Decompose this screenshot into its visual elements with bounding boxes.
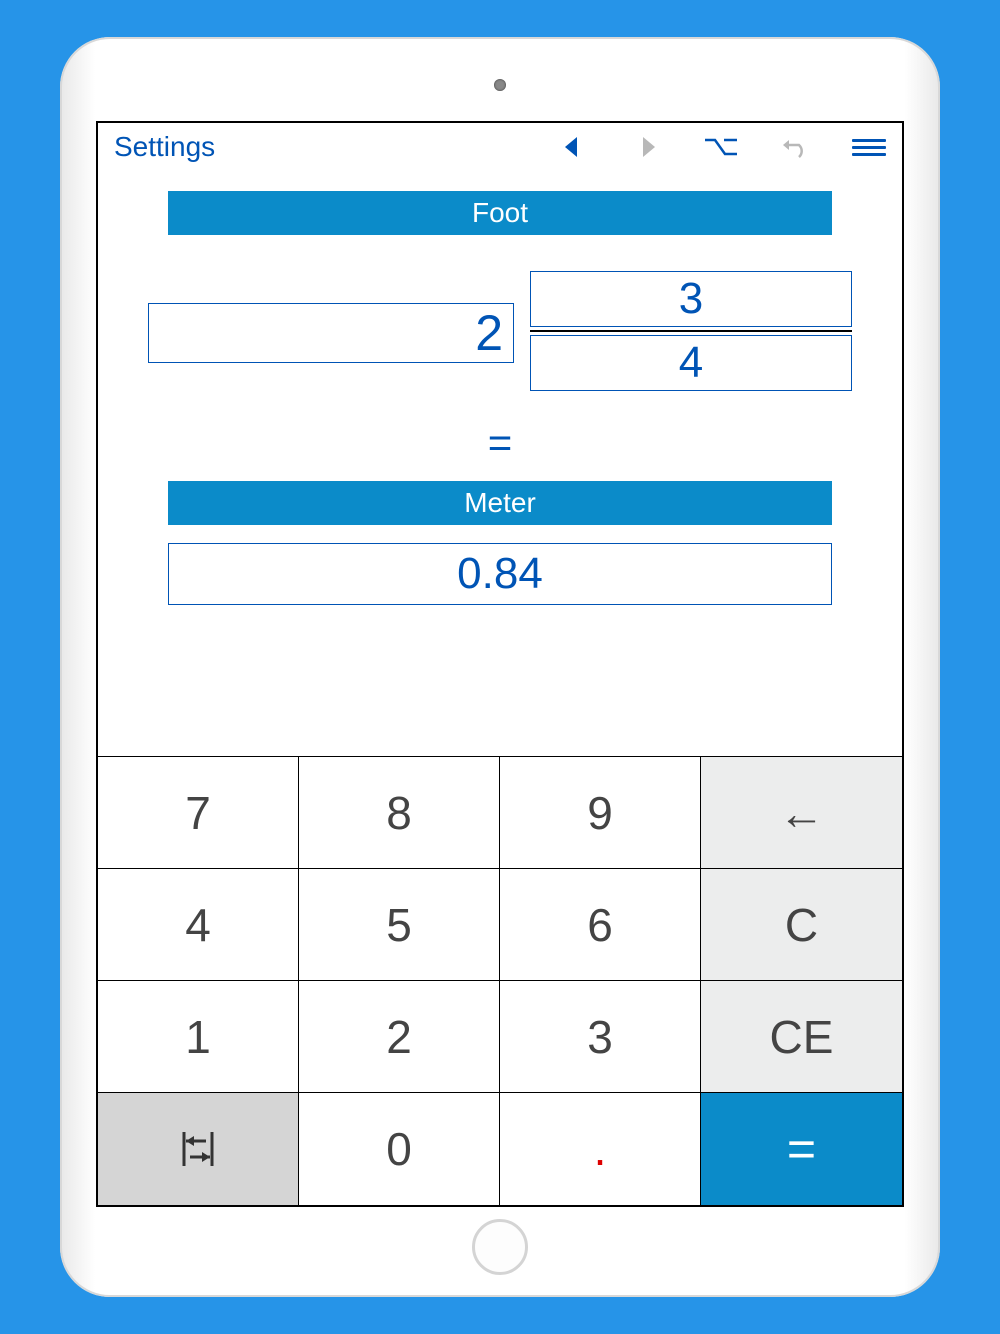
key-3[interactable]: 3 [500, 981, 701, 1093]
swap-icon [178, 1130, 218, 1168]
camera-dot [494, 79, 506, 91]
tablet-frame: Settings [60, 37, 940, 1297]
undo-icon[interactable] [758, 135, 832, 159]
key-0[interactable]: 0 [299, 1093, 500, 1205]
fraction-group: 3 4 [530, 271, 852, 391]
denominator-input[interactable]: 4 [530, 335, 852, 391]
numerator-input[interactable]: 3 [530, 271, 852, 327]
option-key-icon[interactable] [684, 137, 758, 157]
next-icon[interactable] [610, 137, 684, 157]
key-6[interactable]: 6 [500, 869, 701, 981]
key-equals[interactable]: = [701, 1093, 902, 1205]
menu-icon[interactable] [852, 139, 886, 156]
key-9[interactable]: 9 [500, 757, 701, 869]
fraction-bar [530, 330, 852, 332]
app-screen: Settings [96, 121, 904, 1207]
key-5[interactable]: 5 [299, 869, 500, 981]
to-unit-bar[interactable]: Meter [168, 481, 832, 525]
header-bar: Settings [98, 123, 902, 177]
key-backspace[interactable]: ← [701, 757, 902, 869]
key-1[interactable]: 1 [98, 981, 299, 1093]
key-7[interactable]: 7 [98, 757, 299, 869]
result-output: 0.84 [168, 543, 832, 605]
key-clear[interactable]: C [701, 869, 902, 981]
key-swap[interactable] [98, 1093, 299, 1205]
key-clear-entry[interactable]: CE [701, 981, 902, 1093]
key-decimal[interactable]: . [500, 1093, 701, 1205]
keypad: 7 8 9 ← 4 5 6 C 1 2 3 CE [98, 756, 902, 1205]
key-2[interactable]: 2 [299, 981, 500, 1093]
key-8[interactable]: 8 [299, 757, 500, 869]
equals-label: = [148, 419, 852, 467]
home-button[interactable] [472, 1219, 528, 1275]
whole-number-input[interactable]: 2 [148, 303, 514, 363]
settings-button[interactable]: Settings [114, 131, 215, 163]
from-unit-bar[interactable]: Foot [168, 191, 832, 235]
input-row: 2 3 4 [148, 271, 852, 391]
prev-icon[interactable] [536, 137, 610, 157]
key-4[interactable]: 4 [98, 869, 299, 981]
conversion-panel: Foot 2 3 4 = Meter 0.84 [98, 177, 902, 625]
